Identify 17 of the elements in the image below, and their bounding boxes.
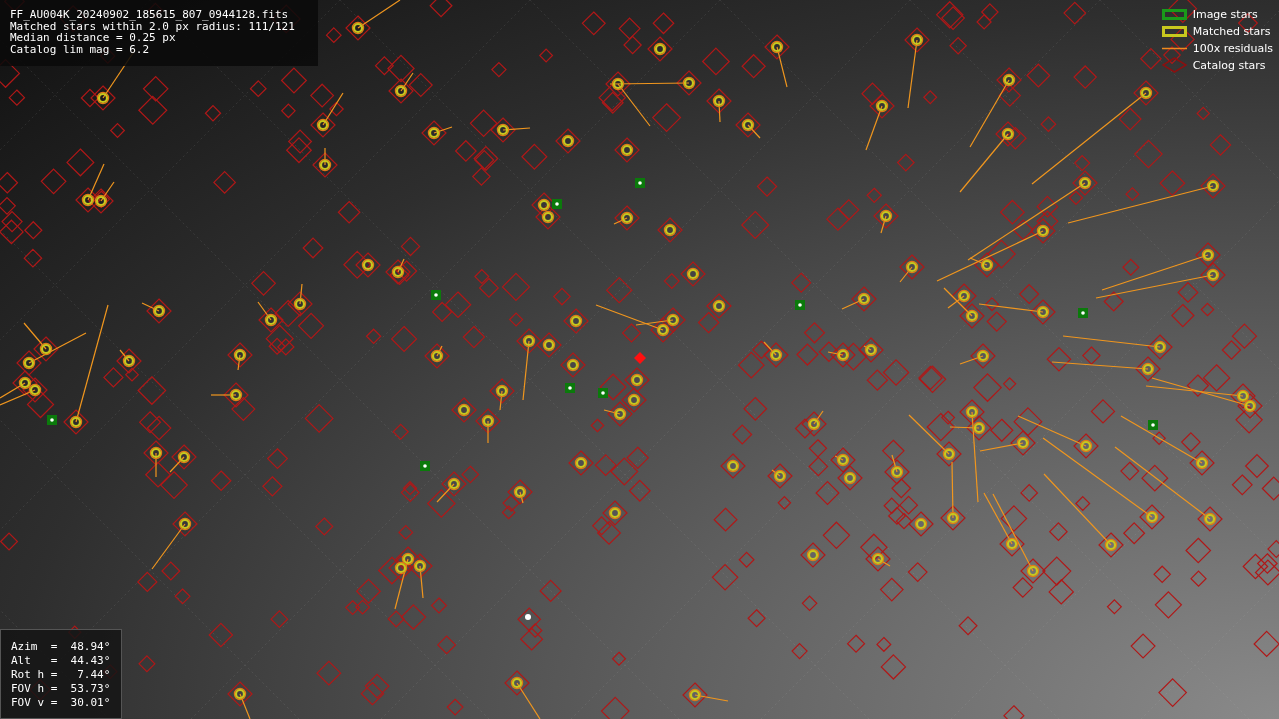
legend-label: Image stars [1192,7,1258,21]
rectangle-icon [1161,25,1187,37]
legend-label: Catalog stars [1192,58,1266,72]
info-text: Catalog lim mag = 6.2 [10,43,151,55]
pointing-text: Azim = 48.94° [11,640,111,653]
legend-label: 100x residuals [1192,41,1273,55]
legend-label: Matched stars [1192,24,1271,38]
info-text: Median distance = 0.25 px [10,32,176,44]
diamond-icon [1161,57,1187,73]
line-icon [1161,46,1187,50]
info-text: FF_AU004K_20240902_185615_807_0944128.fits [10,9,290,21]
rectangle-icon [1161,8,1187,20]
pointing-text: Rot h = 7.44° [11,668,111,681]
pointing-text: Alt = 44.43° [11,654,111,667]
info-text: Matched stars within 2.0 px radius: 111/121 [10,20,296,32]
pointing-text: FOV v = 30.01° [11,696,111,709]
pointing-text: FOV h = 53.73° [11,682,111,695]
